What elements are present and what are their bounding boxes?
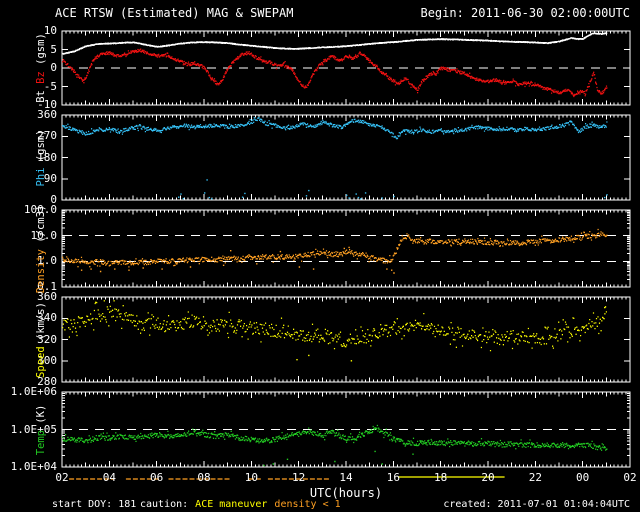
x-tick-label: 00 xyxy=(576,471,590,484)
y-tick-label: 360 xyxy=(37,290,57,303)
panel-label-part: (K) xyxy=(35,404,47,424)
y-tick-label: 340 xyxy=(37,311,57,325)
panel-label-part: Temp xyxy=(35,423,47,455)
panel-label-part: (gsm) xyxy=(35,129,47,161)
panel-y-axis-label: Bt Bz (gsm) xyxy=(35,33,47,103)
x-axis-label: UTC(hours) xyxy=(309,486,383,500)
y-tick-label: 90 xyxy=(43,171,57,185)
y-tick-label: 10.0 xyxy=(30,228,58,242)
x-tick-label: 06 xyxy=(150,471,164,484)
y-tick-label: 5 xyxy=(50,42,57,56)
y-tick-label: 1.0 xyxy=(37,254,57,268)
ace-rtsw-plot: ACE RTSW (Estimated) MAG & SWEPAM Begin:… xyxy=(0,0,640,512)
panel-label-part: Phi xyxy=(35,160,47,186)
y-tick-label: 1.0E+06 xyxy=(10,385,57,398)
x-tick-label: 20 xyxy=(481,471,495,484)
panel-y-axis-label: Density (/cm3) xyxy=(35,204,47,293)
x-tick-label: 12 xyxy=(292,471,306,484)
panel-label-part: (gsm) xyxy=(35,33,47,72)
x-tick-label: 14 xyxy=(339,471,353,484)
x-tick-label: 18 xyxy=(434,471,448,484)
caution-maneuver: ACE maneuver xyxy=(195,499,268,510)
y-tick-label: 300 xyxy=(37,353,57,367)
panel-label-part: Bt xyxy=(35,83,47,103)
start-doy: start DOY: 181 xyxy=(52,499,137,510)
panel-label-part: Bz xyxy=(35,71,47,84)
y-tick-label: 360 xyxy=(37,108,57,121)
created-timestamp: created: 2011-07-01 01:04:04UTC xyxy=(443,499,630,510)
y-tick-label: 0 xyxy=(50,61,57,74)
x-tick-label: 22 xyxy=(528,471,542,484)
panel-label-part: (km/s) xyxy=(35,301,47,340)
y-tick-label: 180 xyxy=(37,150,57,164)
y-tick-label: 1.0E+04 xyxy=(10,460,57,473)
panel-y-axis-label: Phi (gsm) xyxy=(35,129,47,186)
y-tick-label: 320 xyxy=(37,332,57,346)
x-tick-label: 16 xyxy=(386,471,400,484)
panel-y-axis-label: Temp (K) xyxy=(35,404,47,455)
panel-label-part: (/cm3) xyxy=(35,204,47,243)
y-tick-label: -5 xyxy=(43,79,57,93)
x-tick-label: 10 xyxy=(244,471,258,484)
footer-bar: start DOY: 181 caution: ACE maneuver densi… xyxy=(0,499,640,511)
panel-y-axis-label: Speed (km/s) xyxy=(35,302,47,378)
y-tick-label: 270 xyxy=(37,129,57,143)
x-tick-label: 08 xyxy=(197,471,211,484)
caution-group: caution: ACE maneuver density < 1 xyxy=(140,499,348,510)
x-tick-label: 02 xyxy=(623,471,637,484)
panel-label-part: Speed xyxy=(35,339,47,378)
plot-canvas xyxy=(61,30,631,480)
x-tick-label: 04 xyxy=(102,471,116,484)
caution-density: density < 1 xyxy=(274,499,341,510)
panel-label-part: Density xyxy=(35,242,47,293)
y-tick-label: 10 xyxy=(43,24,57,37)
x-tick-label: 02 xyxy=(55,471,69,484)
y-tick-label: 100.0 xyxy=(23,203,57,216)
y-tick-label: 1.0E+05 xyxy=(10,422,57,436)
caution-label: caution: xyxy=(140,499,189,510)
